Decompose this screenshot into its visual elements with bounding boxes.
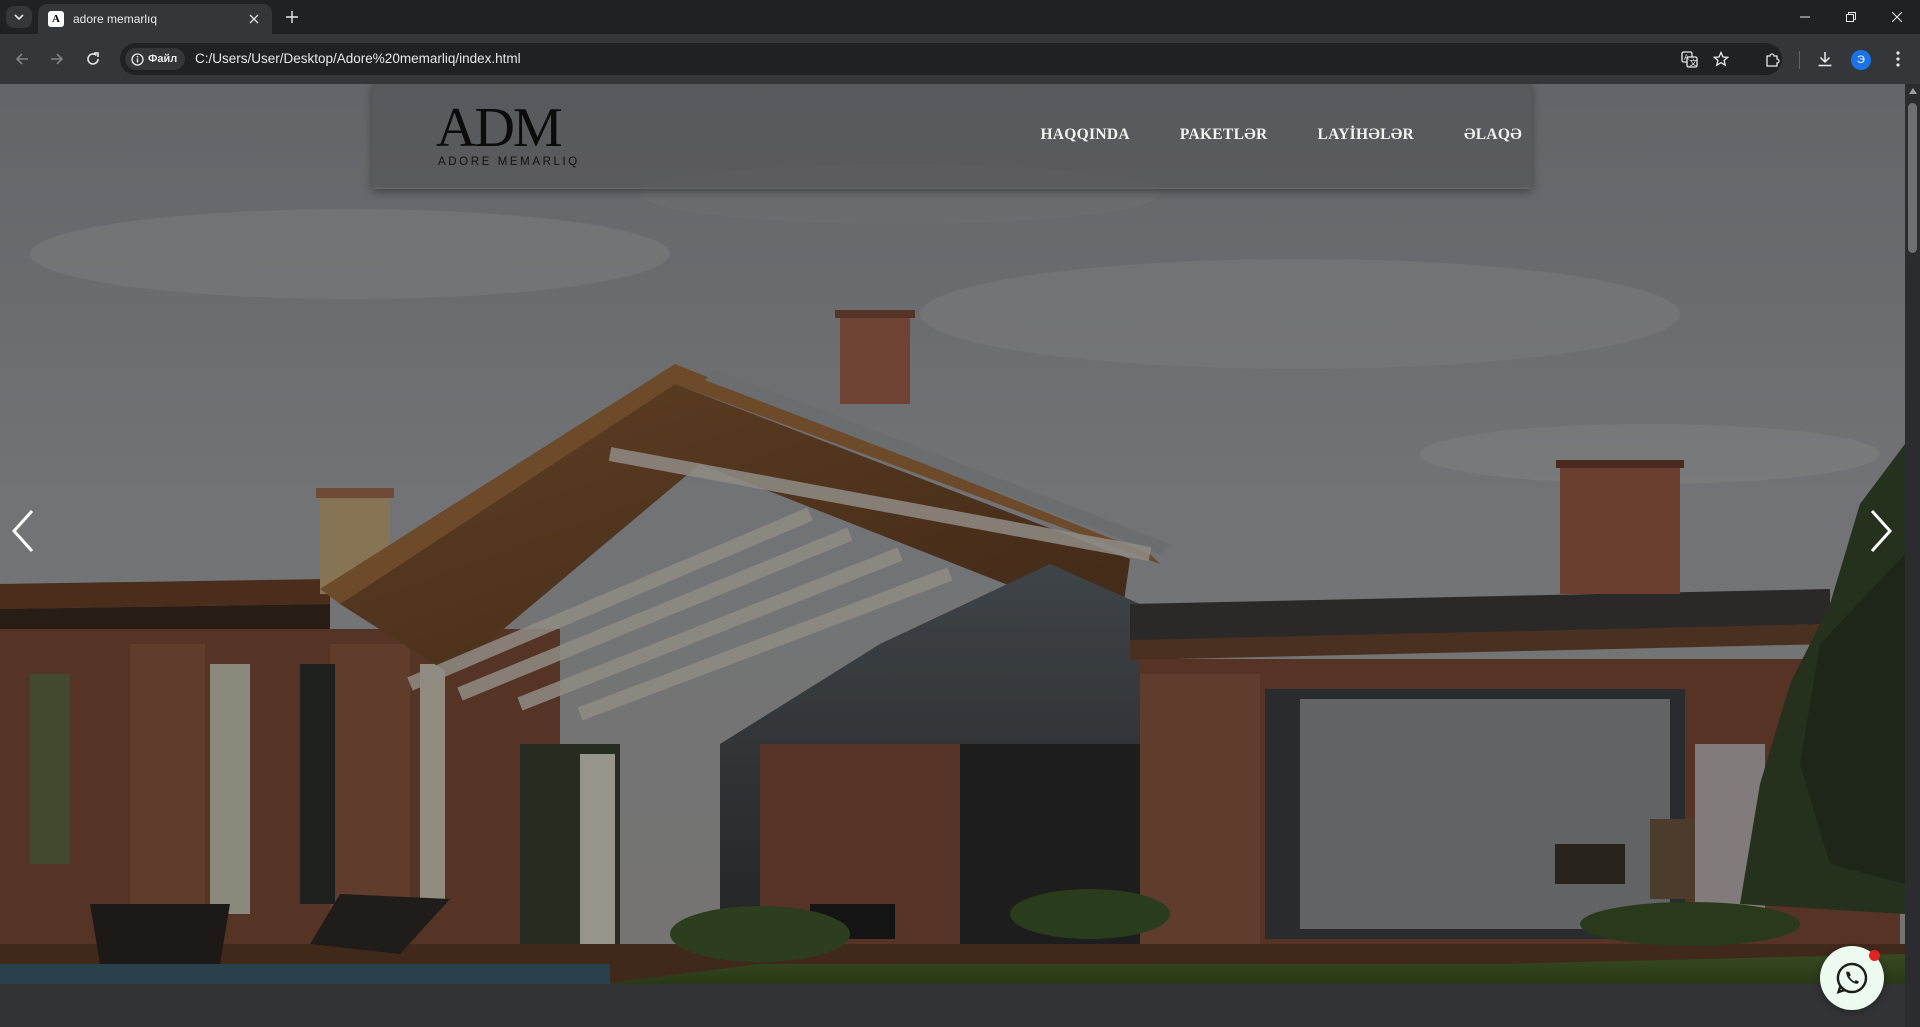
reload-icon (87, 52, 99, 65)
hero-slider (0, 84, 1905, 984)
close-window-button[interactable] (1874, 0, 1920, 34)
chevron-right-icon (1870, 509, 1893, 553)
restore-button[interactable] (1828, 0, 1874, 34)
translate-button[interactable]: 文A (1680, 50, 1698, 68)
chevron-down-icon (14, 14, 24, 21)
forward-button[interactable] (44, 46, 70, 72)
site-info-chip[interactable]: Файл (125, 48, 186, 70)
page-viewport: ADM ADORE MEMARLIQ HAQQINDA PAKETLƏR LAY… (0, 84, 1920, 1027)
more-vert-icon (1896, 51, 1900, 67)
nav-item-layiheler[interactable]: LAYİHƏLƏR (1317, 126, 1414, 144)
favicon-icon: A (48, 11, 64, 27)
nav-item-haqqinda[interactable]: HAQQINDA (1040, 126, 1129, 144)
svg-text:A: A (1684, 53, 1689, 61)
address-bar[interactable]: Файл C:/Users/User/Desktop/Adore%20memar… (120, 43, 1782, 75)
toolbar-divider (1799, 51, 1800, 69)
logo-subtitle: ADORE MEMARLIQ (438, 156, 580, 168)
nav-item-elaqe[interactable]: ƏLAQƏ (1464, 126, 1522, 144)
arrow-left-icon (15, 53, 28, 65)
site-chip-label: Файл (148, 53, 178, 65)
chevron-left-icon (11, 509, 34, 553)
hero-overlay (0, 84, 1905, 984)
svg-text:文: 文 (1689, 57, 1697, 67)
main-nav: HAQQINDA PAKETLƏR LAYİHƏLƏR ƏLAQƏ (1040, 126, 1522, 144)
minimize-icon (1800, 16, 1810, 18)
new-tab-button[interactable] (282, 7, 302, 27)
site-logo[interactable]: ADM ADORE MEMARLIQ (436, 100, 606, 170)
site-header: ADM ADORE MEMARLIQ HAQQINDA PAKETLƏR LAY… (372, 84, 1532, 189)
browser-tab[interactable]: A adore memarlıq (38, 4, 272, 34)
translate-icon: 文A (1680, 50, 1698, 68)
scroll-up-arrow-icon[interactable] (1909, 88, 1917, 94)
puzzle-icon (1765, 52, 1780, 67)
logo-mark: ADM (436, 97, 563, 159)
tab-close-button[interactable] (246, 11, 262, 27)
info-icon (131, 52, 144, 66)
menu-button[interactable] (1888, 49, 1908, 69)
downloads-button[interactable] (1815, 49, 1835, 69)
minimize-button[interactable] (1782, 0, 1828, 34)
whatsapp-icon (1836, 962, 1868, 994)
tab-strip: A adore memarlıq (0, 0, 1920, 34)
close-icon (1892, 12, 1902, 22)
reload-button[interactable] (80, 46, 106, 72)
browser-toolbar: Файл C:/Users/User/Desktop/Adore%20memar… (0, 34, 1920, 84)
bookmark-button[interactable] (1712, 50, 1730, 68)
nav-item-paketler[interactable]: PAKETLƏR (1180, 126, 1268, 144)
close-icon (249, 14, 259, 24)
extensions-button[interactable] (1762, 49, 1782, 69)
star-icon (1713, 51, 1729, 67)
page-strip (0, 984, 1905, 1027)
notification-dot (1869, 950, 1880, 961)
slider-next-button[interactable] (1864, 506, 1898, 556)
download-icon (1818, 52, 1832, 67)
scroll-thumb[interactable] (1908, 103, 1917, 253)
tab-search-button[interactable] (6, 6, 32, 28)
plus-icon (286, 11, 298, 23)
restore-icon (1846, 12, 1856, 22)
slider-prev-button[interactable] (6, 506, 40, 556)
profile-avatar[interactable]: Э (1851, 50, 1871, 70)
back-button[interactable] (9, 46, 35, 72)
url-text: C:/Users/User/Desktop/Adore%20memarliq/i… (195, 51, 521, 66)
whatsapp-button[interactable] (1820, 946, 1884, 1010)
page-scrollbar[interactable] (1905, 84, 1920, 1027)
arrow-right-icon (51, 53, 64, 65)
tab-title: adore memarlıq (73, 12, 158, 26)
